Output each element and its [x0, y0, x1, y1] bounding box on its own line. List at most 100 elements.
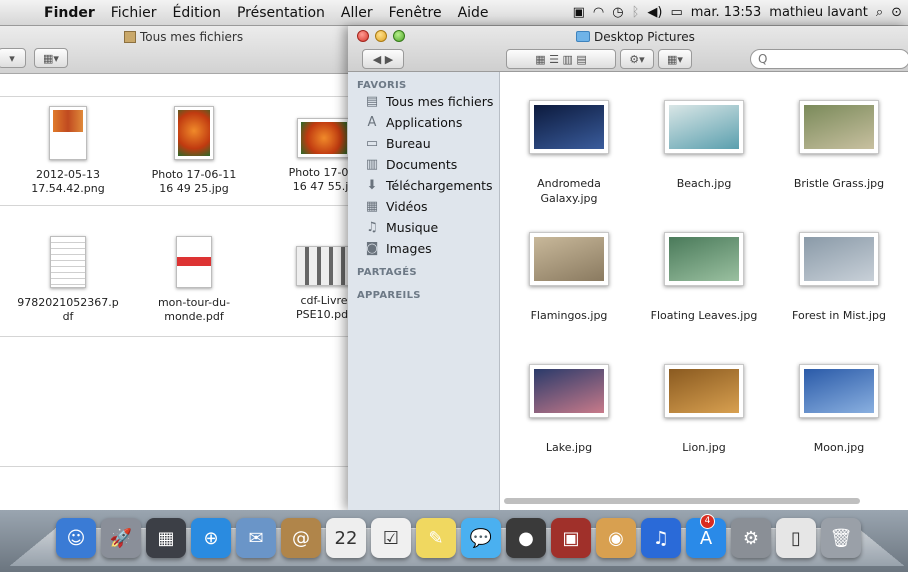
screen-icon[interactable]: ▣	[573, 5, 585, 20]
user-menu[interactable]: mathieu lavant	[769, 5, 868, 20]
picture-item[interactable]: Lion.jpg	[639, 364, 769, 455]
view-options-button[interactable]: ▦▾	[34, 48, 68, 68]
dock-safari-icon[interactable]: ⊕	[191, 518, 231, 558]
file-item[interactable]: 2012-05-13 17.54.42.png	[8, 106, 128, 196]
folder-title-icon	[576, 31, 590, 42]
picture-item[interactable]: Lake.jpg	[504, 364, 634, 455]
dock-reminders-icon[interactable]: ☑	[371, 518, 411, 558]
spotlight-icon[interactable]: ⌕	[876, 5, 883, 20]
sidebar-header-favorites: FAVORIS	[357, 80, 407, 91]
dock-trash-icon[interactable]: 🗑	[821, 518, 861, 558]
music-icon: ♫	[366, 219, 378, 235]
window-title: Tous mes fichiers	[124, 30, 243, 44]
dock-notes-icon[interactable]: ✎	[416, 518, 456, 558]
picture-item[interactable]: Andromeda Galaxy.jpg	[504, 100, 634, 206]
back-forward-buttons[interactable]: ◀ ▶	[362, 49, 404, 69]
sidebar-item-label: Tous mes fichiers	[386, 94, 494, 109]
file-item[interactable]: Photo 17-06-11 16 49 25.jpg	[134, 106, 254, 196]
sidebar-item-downloads[interactable]: ⬇ Téléchargements	[348, 175, 499, 196]
sidebar-item-music[interactable]: ♫ Musique	[348, 217, 499, 238]
picture-item[interactable]: Beach.jpg	[639, 100, 769, 191]
battery-icon[interactable]: ▭	[670, 5, 682, 20]
sidebar-item-label: Images	[386, 241, 432, 256]
sidebar-item-all-files[interactable]: ▤ Tous mes fichiers	[348, 91, 499, 112]
search-icon: Q	[758, 52, 768, 66]
sidebar-item-documents[interactable]: ▥ Documents	[348, 154, 499, 175]
picture-thumbnail	[664, 100, 744, 154]
picture-name: Floating Leaves.jpg	[650, 309, 758, 322]
wifi-icon[interactable]: ◠	[593, 5, 604, 20]
file-name: Photo 17-06-11 16 49 25.jpg	[151, 168, 237, 195]
picture-item[interactable]: Bristle Grass.jpg	[774, 100, 904, 191]
file-thumbnail	[297, 118, 351, 158]
sidebar-item-desktop[interactable]: ▭ Bureau	[348, 133, 499, 154]
row-separator	[0, 336, 352, 337]
menu-fenetre[interactable]: Fenêtre	[381, 5, 450, 21]
window-controls	[357, 30, 405, 42]
dock-facetime-icon[interactable]: ●	[506, 518, 546, 558]
picture-thumbnail	[664, 364, 744, 418]
dock-contacts-icon[interactable]: @	[281, 518, 321, 558]
sidebar-item-label: Documents	[386, 157, 458, 172]
row-separator	[0, 96, 352, 97]
file-item[interactable]: 9782021052367.p df	[8, 236, 128, 324]
picture-thumbnail	[799, 100, 879, 154]
thumbnail-image	[669, 369, 739, 413]
volume-icon[interactable]: ◀)	[647, 5, 662, 20]
horizontal-scrollbar[interactable]	[504, 498, 860, 504]
picture-item[interactable]: Flamingos.jpg	[504, 232, 634, 323]
dock-finder-icon[interactable]: ☺	[56, 518, 96, 558]
dock-messages-icon[interactable]: 💬	[461, 518, 501, 558]
sidebar-items: ▤ Tous mes fichiers A Applications ▭ Bureau ▥ D…	[348, 91, 499, 259]
arrange-button[interactable]: ▦▾	[658, 49, 692, 69]
minimize-button[interactable]	[375, 30, 387, 42]
zoom-button[interactable]	[393, 30, 405, 42]
sidebar-item-applications[interactable]: A Applications	[348, 112, 499, 133]
picture-thumbnail	[529, 364, 609, 418]
file-item[interactable]: mon-tour-du- monde.pdf	[134, 236, 254, 324]
menu-aller[interactable]: Aller	[333, 5, 381, 21]
close-button[interactable]	[357, 30, 369, 42]
menu-fichier[interactable]: Fichier	[103, 5, 165, 21]
menu-edition[interactable]: Édition	[165, 5, 229, 21]
sidebar-header-shared: PARTAGÉS	[357, 267, 417, 278]
picture-name: Forest in Mist.jpg	[792, 309, 886, 322]
picture-item[interactable]: Forest in Mist.jpg	[774, 232, 904, 323]
sidebar-item-label: Applications	[386, 115, 463, 130]
menu-app-finder[interactable]: Finder	[36, 5, 103, 21]
window-title-text: Tous mes fichiers	[140, 30, 244, 44]
dock-system-preferences-icon[interactable]: ⚙	[731, 518, 771, 558]
arrange-button[interactable]: ▾	[0, 48, 26, 68]
sidebar-item-label: Vidéos	[386, 199, 428, 214]
time-machine-icon[interactable]: ◷	[612, 5, 623, 20]
picture-item[interactable]: Moon.jpg	[774, 364, 904, 455]
sidebar-item-label: Téléchargements	[386, 178, 493, 193]
sidebar-item-movies[interactable]: ▦ Vidéos	[348, 196, 499, 217]
sidebar-item-pictures[interactable]: ◙ Images	[348, 238, 499, 259]
thumbnail-image	[804, 369, 874, 413]
file-thumbnail	[296, 246, 352, 286]
file-name: 2012-05-13 17.54.42.png	[31, 168, 105, 195]
row-separator	[0, 466, 352, 467]
notification-center-icon[interactable]: ⊙	[891, 5, 902, 20]
finder-window-all-files: Tous mes fichiers ▾ ▦▾ 2012-05-13 17.54.…	[0, 26, 360, 510]
menu-aide[interactable]: Aide	[450, 5, 497, 21]
menu-bar: Finder Fichier Édition Présentation Alle…	[0, 0, 908, 26]
picture-item[interactable]: Floating Leaves.jpg	[639, 232, 769, 323]
bluetooth-icon[interactable]: ᛒ	[632, 5, 640, 20]
dock-photo-booth-icon[interactable]: ▣	[551, 518, 591, 558]
all-files-title-icon	[124, 31, 136, 43]
dock-mail-icon[interactable]: ✉	[236, 518, 276, 558]
clock[interactable]: mar. 13:53	[691, 5, 762, 20]
dock-documents-stack-icon[interactable]: ▯	[776, 518, 816, 558]
menu-presentation[interactable]: Présentation	[229, 5, 333, 21]
dock-mission-control-icon[interactable]: ▦	[146, 518, 186, 558]
view-mode-segmented[interactable]: ▦ ☰ ▥ ▤	[506, 49, 616, 69]
dock-iphoto-icon[interactable]: ◉	[596, 518, 636, 558]
dock-calendar-icon[interactable]: 22	[326, 518, 366, 558]
dock-launchpad-icon[interactable]: 🚀	[101, 518, 141, 558]
app-store-badge: 4	[700, 514, 715, 529]
dock-itunes-icon[interactable]: ♫	[641, 518, 681, 558]
search-field[interactable]: Q	[750, 49, 908, 69]
action-button[interactable]: ⚙▾	[620, 49, 654, 69]
